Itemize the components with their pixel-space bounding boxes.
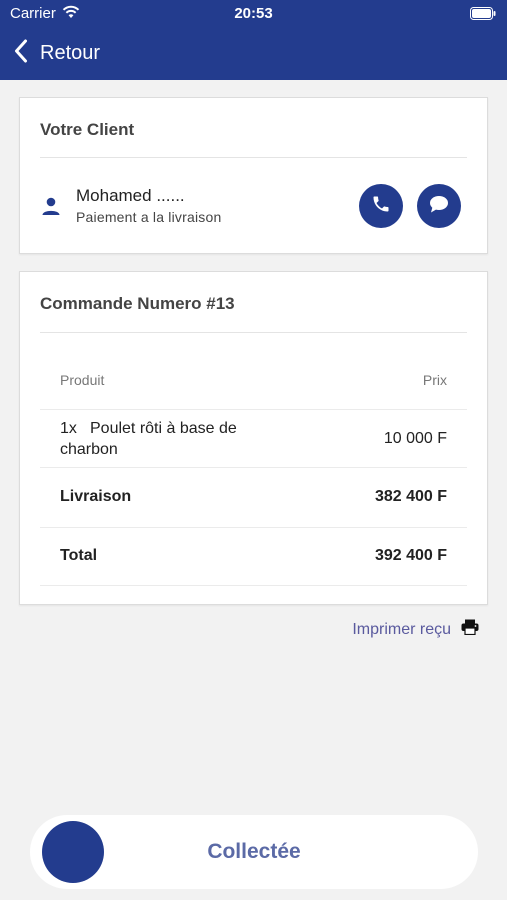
row-divider: [40, 467, 467, 468]
item-name-continued: charbon: [60, 441, 118, 458]
person-icon: [40, 196, 62, 221]
item-quantity: 1x: [60, 420, 77, 437]
clock: 20:53: [234, 5, 273, 22]
chat-bubble-icon: [428, 194, 450, 219]
collect-slider[interactable]: Collectée: [30, 815, 478, 889]
print-receipt-label: Imprimer reçu: [352, 620, 451, 638]
order-card-title: Commande Numero #13: [40, 294, 235, 313]
delivery-amount: 382 400 F: [374, 488, 447, 505]
item-name: Poulet rôti à base de: [90, 420, 237, 437]
total-label: Total: [60, 547, 98, 564]
status-bar: Carrier 20:53: [0, 0, 507, 28]
client-name: Mohamed ......: [76, 186, 185, 205]
row-divider: [40, 409, 467, 410]
client-card-title: Votre Client: [40, 120, 135, 139]
call-button[interactable]: [359, 184, 403, 228]
order-card: Commande Numero #13 Produit Prix 1x Poul…: [19, 271, 488, 605]
back-label: Retour: [40, 41, 101, 64]
print-receipt-button[interactable]: Imprimer reçu: [352, 619, 479, 640]
chevron-left-icon: [14, 39, 28, 68]
column-header-product: Produit: [60, 372, 105, 388]
header-bar: Carrier 20:53 Retour: [0, 0, 507, 80]
back-button[interactable]: Retour: [14, 38, 100, 68]
column-header-price: Prix: [422, 372, 447, 388]
delivery-label: Livraison: [60, 488, 132, 505]
printer-icon: [461, 619, 479, 640]
divider: [40, 332, 467, 333]
total-amount: 392 400 F: [374, 547, 447, 564]
row-divider: [40, 527, 467, 528]
slider-label: Collectée: [207, 840, 301, 863]
phone-icon: [371, 194, 391, 219]
item-price: 10 000 F: [383, 430, 447, 447]
battery-icon: [470, 7, 496, 25]
divider: [40, 157, 467, 158]
row-divider: [40, 585, 467, 586]
client-card: Votre Client Mohamed ...... Paiement a l…: [19, 97, 488, 254]
message-button[interactable]: [417, 184, 461, 228]
payment-method: Paiement a la livraison: [76, 209, 222, 225]
